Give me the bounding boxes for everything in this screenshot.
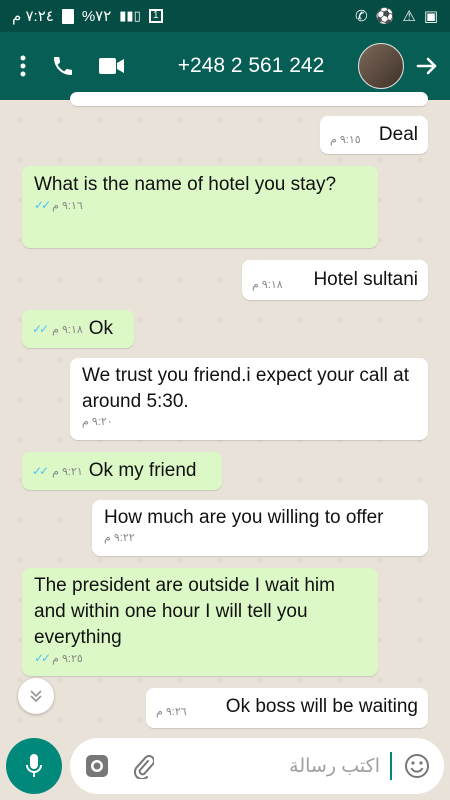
- status-bar: ٧:٢٤ م %٧٢ ▮▮▯ 1 ✆ ⚽ ⚠ ▣: [0, 0, 450, 32]
- message-bubble[interactable]: ٩:١٨ م Hotel sultani: [242, 260, 428, 300]
- status-time: ٧:٢٤ م: [12, 8, 54, 25]
- message-time: ٩:٢٥ م: [52, 652, 83, 665]
- missed-call-icon: ✆: [355, 8, 368, 25]
- message-bubble[interactable]: We trust you friend.i expect your call a…: [70, 358, 428, 440]
- alert-icon: ⚠: [402, 8, 416, 25]
- read-ticks-icon: ✓✓: [34, 651, 51, 665]
- message-time: ٩:٢٦ م: [156, 705, 187, 718]
- message-time: ٩:١٦ م: [52, 199, 83, 212]
- message-time: ٩:٢١ م: [52, 465, 83, 478]
- message-input[interactable]: اكتب رسالة: [70, 738, 444, 794]
- soccer-icon: ⚽: [375, 8, 395, 25]
- message-time: ٩:١٨ م: [52, 323, 83, 336]
- back-arrow-icon[interactable]: [412, 46, 442, 86]
- more-vert-icon[interactable]: [8, 46, 38, 86]
- contact-name[interactable]: +248 2 561 242: [144, 54, 358, 78]
- status-left: ٧:٢٤ م %٧٢ ▮▮▯ 1: [12, 7, 163, 25]
- input-bar: اكتب رسالة: [0, 730, 450, 800]
- message-text: We trust you friend.i expect your call a…: [82, 365, 410, 412]
- message-bubble[interactable]: The president are outside I wait him and…: [22, 568, 378, 676]
- read-ticks-icon: ✓✓: [32, 464, 49, 478]
- sim-icon: 1: [148, 9, 163, 23]
- camera-icon[interactable]: [84, 753, 110, 779]
- phone-icon[interactable]: [38, 46, 88, 86]
- video-icon[interactable]: [88, 46, 136, 86]
- message-placeholder: اكتب رسالة: [289, 755, 380, 777]
- message-time: ٩:٢٠ م: [82, 416, 113, 428]
- chat-area[interactable]: ٩:١٥ م Deal What is the name of hotel yo…: [0, 92, 450, 730]
- message-meta: ✓✓ ٩:١٦ م: [34, 198, 366, 212]
- message-bubble[interactable]: ٩:١٥ م Deal: [320, 116, 428, 154]
- mic-icon: [26, 754, 42, 777]
- message-bubble[interactable]: ٩:٢٦ م Ok boss will be waiting: [146, 688, 428, 728]
- message-time: ٩:٢٢ م: [104, 532, 135, 544]
- signal-icon: ▮▮▯: [119, 8, 141, 23]
- mic-button[interactable]: [6, 738, 62, 794]
- battery-icon: [61, 8, 74, 24]
- message-text: Ok boss will be waiting: [225, 696, 418, 717]
- image-icon: ▣: [423, 8, 438, 25]
- text-cursor: [390, 752, 392, 780]
- message-text: Ok my friend: [88, 460, 197, 481]
- app-bar: +248 2 561 242: [0, 32, 450, 100]
- message-bubble[interactable]: ✓✓ ٩:٢١ م Ok my friend: [22, 452, 222, 490]
- emoji-icon[interactable]: [404, 753, 430, 779]
- message-text: Deal: [378, 124, 418, 145]
- message-text: What is the name of hotel you stay?: [34, 174, 337, 195]
- message-text: Hotel sultani: [313, 269, 418, 290]
- clipped-message: [70, 92, 428, 106]
- message-text: Ok: [88, 318, 114, 339]
- read-ticks-icon: ✓✓: [34, 198, 51, 212]
- message-time: ٩:١٥ م: [330, 133, 361, 146]
- message-text: How much are you willing to offer: [104, 507, 384, 528]
- status-right: ✆ ⚽ ⚠ ▣: [355, 7, 438, 25]
- read-ticks-icon: ✓✓: [32, 322, 49, 336]
- message-bubble[interactable]: How much are you willing to offer ٩:٢٢ م: [92, 500, 428, 556]
- avatar[interactable]: [358, 43, 404, 89]
- message-time: ٩:١٨ م: [252, 278, 283, 291]
- battery-level: %٧٢: [81, 8, 112, 25]
- message-bubble[interactable]: ✓✓ ٩:١٨ م Ok: [22, 310, 134, 348]
- message-text: The president are outside I wait him and…: [34, 575, 335, 648]
- message-bubble[interactable]: What is the name of hotel you stay? ✓✓ ٩…: [22, 166, 378, 248]
- double-chevron-down-icon[interactable]: [18, 678, 54, 714]
- attachment-icon[interactable]: [132, 753, 154, 779]
- message-meta: ✓✓ ٩:٢٥ م: [34, 651, 366, 665]
